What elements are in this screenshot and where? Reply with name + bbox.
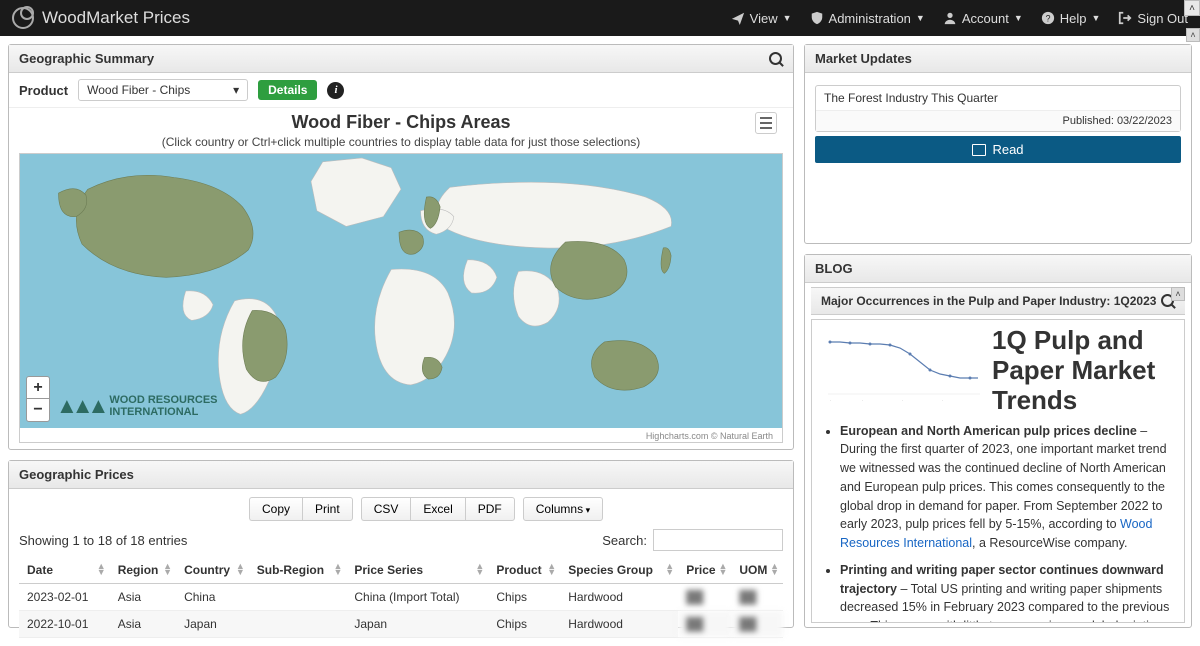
blog-scroll-area[interactable]: ···· 1Q Pulp and Paper Market Trends Eur… xyxy=(811,319,1185,623)
blog-head: BLOG xyxy=(815,261,853,276)
search-icon[interactable] xyxy=(769,52,783,66)
svg-text:?: ? xyxy=(1045,14,1050,24)
user-icon xyxy=(943,11,957,25)
pdf-button[interactable]: PDF xyxy=(465,497,515,521)
prices-title: Geographic Prices xyxy=(19,467,134,482)
update-published-date: 03/22/2023 xyxy=(1117,115,1172,127)
search-label: Search: xyxy=(602,533,647,548)
update-item: The Forest Industry This Quarter Publish… xyxy=(815,85,1181,132)
zoom-in-button[interactable]: + xyxy=(27,377,49,399)
svg-text:·: · xyxy=(862,398,863,403)
blog-scroll-up[interactable]: ˄ xyxy=(1171,287,1185,301)
col-uom[interactable]: UOM▲▼ xyxy=(731,557,783,584)
nav-help[interactable]: ? Help▼ xyxy=(1041,11,1101,26)
nav-account[interactable]: Account▼ xyxy=(943,11,1023,26)
zoom-out-button[interactable]: − xyxy=(27,399,49,421)
read-button[interactable]: Read xyxy=(815,136,1181,163)
blog-thumbnail-chart: · · · · xyxy=(822,330,982,408)
details-button[interactable]: Details xyxy=(258,80,317,100)
prices-table: Date▲▼Region▲▼Country▲▼Sub-Region▲▼Price… xyxy=(19,557,783,638)
col-region[interactable]: Region▲▼ xyxy=(110,557,176,584)
csv-button[interactable]: CSV xyxy=(361,497,411,521)
col-price-series[interactable]: Price Series▲▼ xyxy=(346,557,488,584)
market-updates-panel: Market Updates The Forest Industry This … xyxy=(804,44,1192,244)
excel-button[interactable]: Excel xyxy=(410,497,464,521)
nav-signout[interactable]: Sign Out xyxy=(1118,11,1188,26)
product-label: Product xyxy=(19,83,68,98)
product-select[interactable]: Wood Fiber - Chips xyxy=(78,79,248,101)
table-row[interactable]: 2022-10-01AsiaJapanJapanChipsHardwood███… xyxy=(19,611,783,638)
blog-article-head: Major Occurrences in the Pulp and Paper … xyxy=(821,294,1156,308)
plane-icon xyxy=(731,11,745,25)
trees-icon: ▲▲▲ xyxy=(56,394,103,418)
col-species-group[interactable]: Species Group▲▼ xyxy=(560,557,678,584)
col-price[interactable]: Price▲▼ xyxy=(678,557,731,584)
info-icon[interactable]: i xyxy=(327,82,344,99)
map-zoom-controls: + − xyxy=(26,376,50,422)
table-row[interactable]: 2023-02-01AsiaChinaChina (Import Total)C… xyxy=(19,584,783,611)
prices-scroll-up[interactable]: ˄ xyxy=(1186,28,1200,42)
nav-administration[interactable]: Administration▼ xyxy=(810,11,925,26)
world-map[interactable]: + − ▲▲▲ WOOD RESOURCES INTERNATIONAL Hig… xyxy=(19,153,783,443)
print-button[interactable]: Print xyxy=(302,497,353,521)
entries-text: Showing 1 to 18 of 18 entries xyxy=(19,533,187,548)
map-credit: Highcharts.com © Natural Earth xyxy=(643,430,776,442)
columns-button[interactable]: Columns xyxy=(523,497,603,521)
brand: WoodMarket Prices xyxy=(12,7,190,29)
geo-summary-title: Geographic Summary xyxy=(19,51,154,66)
help-icon: ? xyxy=(1041,11,1055,25)
blog-panel: BLOG Major Occurrences in the Pulp and P… xyxy=(804,254,1192,628)
map-menu-button[interactable] xyxy=(755,112,777,134)
update-item-title: The Forest Industry This Quarter xyxy=(816,86,1180,110)
top-navbar: WoodMarket Prices View▼ Administration▼ … xyxy=(0,0,1200,36)
svg-text:·: · xyxy=(942,398,943,403)
nav-view[interactable]: View▼ xyxy=(731,11,792,26)
page-scroll-up[interactable]: ˄ xyxy=(1184,0,1200,16)
signout-icon xyxy=(1118,11,1132,25)
col-product[interactable]: Product▲▼ xyxy=(488,557,560,584)
svg-text:·: · xyxy=(830,398,831,403)
book-icon xyxy=(972,144,986,156)
updates-title: Market Updates xyxy=(815,51,912,66)
col-sub-region[interactable]: Sub-Region▲▼ xyxy=(249,557,347,584)
map-subtitle: (Click country or Ctrl+click multiple co… xyxy=(19,135,783,153)
search-input[interactable] xyxy=(653,529,783,551)
shield-icon xyxy=(810,11,824,25)
brand-name: WoodMarket Prices xyxy=(42,8,190,28)
map-title: Wood Fiber - Chips Areas xyxy=(19,108,783,135)
wri-logo: ▲▲▲ WOOD RESOURCES INTERNATIONAL xyxy=(56,394,218,418)
svg-text:·: · xyxy=(902,398,903,403)
geographic-summary-panel: Geographic Summary Product Wood Fiber - … xyxy=(8,44,794,450)
geographic-prices-panel: Geographic Prices ˄ Copy Print CSV Excel… xyxy=(8,460,794,628)
col-date[interactable]: Date▲▼ xyxy=(19,557,110,584)
copy-button[interactable]: Copy xyxy=(249,497,302,521)
brand-logo-icon xyxy=(12,7,34,29)
blog-body: European and North American pulp prices … xyxy=(822,422,1174,623)
col-country[interactable]: Country▲▼ xyxy=(176,557,249,584)
